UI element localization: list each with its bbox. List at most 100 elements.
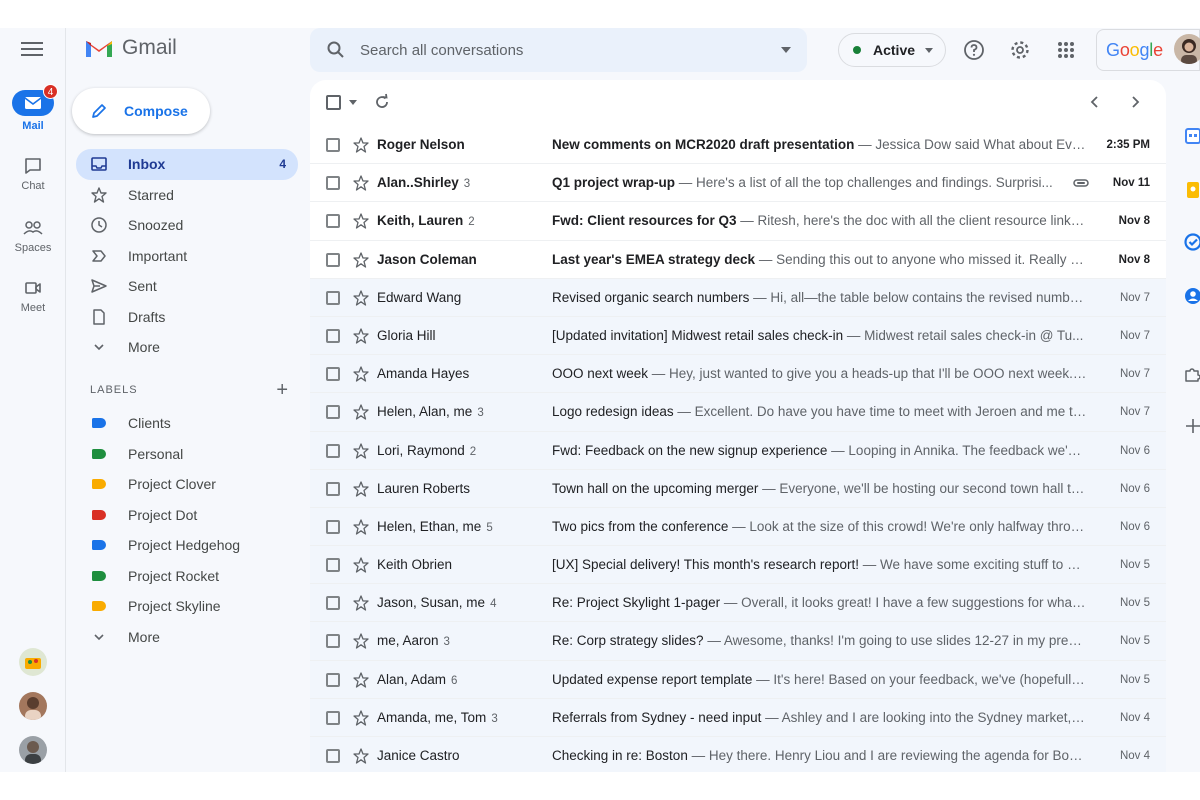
label-item-personal[interactable]: Personal	[76, 439, 298, 470]
nav-item-important[interactable]: Important	[76, 241, 298, 272]
nav-item-more[interactable]: More	[76, 332, 298, 363]
search-bar[interactable]	[310, 28, 807, 72]
star-icon[interactable]	[352, 709, 370, 732]
list-toolbar	[310, 80, 1166, 126]
email-row[interactable]: Helen, Ethan, me 5 Two pics from the confe…	[310, 507, 1166, 547]
status-selector[interactable]: Active	[838, 33, 946, 67]
email-row[interactable]: Edward Wang Revised organic search number…	[310, 278, 1166, 317]
gmail-logo[interactable]: Gmail	[84, 36, 177, 60]
nav-item-sent[interactable]: Sent	[76, 271, 298, 302]
email-row[interactable]: Helen, Alan, me 3 Logo redesign ideas — Ex…	[310, 393, 1166, 432]
help-icon[interactable]	[962, 38, 986, 62]
select-options-caret-icon[interactable]	[349, 100, 357, 105]
contact-avatar-1[interactable]	[19, 692, 47, 720]
row-checkbox[interactable]	[326, 252, 340, 267]
star-icon[interactable]	[352, 594, 370, 617]
newer-page-chevron-left-icon[interactable]	[1086, 93, 1104, 111]
row-checkbox[interactable]	[326, 710, 340, 725]
row-checkbox[interactable]	[326, 214, 340, 229]
nav-item-inbox[interactable]: Inbox 4	[76, 149, 298, 180]
email-row[interactable]: Jason, Susan, me 4 Re: Project Skylight 1-…	[310, 584, 1166, 623]
older-page-chevron-right-icon[interactable]	[1126, 93, 1144, 111]
label-item-project-hedgehog[interactable]: Project Hedgehog	[76, 530, 298, 561]
account-avatar[interactable]	[1174, 34, 1200, 64]
nav-item-starred[interactable]: Starred	[76, 180, 298, 211]
star-icon[interactable]	[352, 289, 370, 312]
row-checkbox[interactable]	[326, 405, 340, 420]
star-icon[interactable]	[352, 327, 370, 350]
row-checkbox[interactable]	[326, 138, 340, 152]
email-row[interactable]: Alan..Shirley 3 Q1 project wrap-up — Here'…	[310, 164, 1166, 203]
email-row[interactable]: Alan, Adam 6 Updated expense report templa…	[310, 660, 1166, 699]
add-label-button[interactable]: +	[276, 380, 288, 400]
label-item-project-skyline[interactable]: Project Skyline	[76, 591, 298, 622]
row-checkbox[interactable]	[326, 596, 340, 611]
row-checkbox[interactable]	[326, 443, 340, 458]
search-options-caret-icon[interactable]	[781, 47, 791, 53]
star-icon[interactable]	[352, 442, 370, 465]
label-item-project-dot[interactable]: Project Dot	[76, 500, 298, 531]
nav-item-drafts[interactable]: Drafts	[76, 302, 298, 333]
contacts-icon[interactable]	[1183, 286, 1200, 306]
star-icon[interactable]	[352, 518, 370, 541]
star-icon[interactable]	[352, 556, 370, 579]
labels-more[interactable]: More	[76, 622, 298, 653]
email-row[interactable]: Gloria Hill [Updated invitation] Midwest …	[310, 316, 1166, 356]
email-row[interactable]: me, Aaron 3 Re: Corp strategy slides? — Aw…	[310, 622, 1166, 661]
row-checkbox[interactable]	[326, 672, 340, 687]
label-item-project-clover[interactable]: Project Clover	[76, 469, 298, 500]
row-checkbox[interactable]	[326, 176, 340, 191]
star-icon[interactable]	[352, 136, 370, 159]
attachment-icon[interactable]	[1072, 175, 1090, 196]
search-input[interactable]	[360, 41, 760, 59]
email-row[interactable]: Keith, Lauren 2 Fwd: Client resources for …	[310, 202, 1166, 241]
star-icon[interactable]	[352, 212, 370, 235]
addons-puzzle-icon[interactable]	[1183, 364, 1200, 384]
row-checkbox[interactable]	[326, 634, 340, 649]
add-addon-plus-icon[interactable]	[1183, 416, 1200, 436]
star-icon[interactable]	[352, 403, 370, 426]
rail-item-mail[interactable]: 4 Mail	[0, 84, 66, 132]
label-item-clients[interactable]: Clients	[76, 408, 298, 439]
compose-button[interactable]: Compose	[72, 88, 210, 134]
star-icon[interactable]	[352, 671, 370, 694]
row-checkbox[interactable]	[326, 481, 340, 496]
row-checkbox[interactable]	[326, 519, 340, 534]
rail-item-chat[interactable]: Chat	[0, 156, 66, 192]
sender-name: Alan..Shirley	[377, 175, 459, 191]
hamburger-menu-icon[interactable]	[21, 42, 43, 58]
email-row[interactable]: Janice Castro Checking in re: Boston — He…	[310, 737, 1166, 772]
star-icon[interactable]	[352, 480, 370, 503]
label-item-project-rocket[interactable]: Project Rocket	[76, 561, 298, 592]
rail-item-spaces[interactable]: Spaces	[0, 218, 66, 254]
email-row[interactable]: Lauren Roberts Town hall on the upcoming …	[310, 469, 1166, 508]
email-row[interactable]: Amanda, me, Tom 3 Referrals from Sydney - …	[310, 698, 1166, 737]
settings-gear-icon[interactable]	[1008, 38, 1032, 62]
select-all-checkbox[interactable]	[326, 95, 341, 110]
row-checkbox[interactable]	[326, 290, 340, 305]
email-row[interactable]: Keith Obrien [UX] Special delivery! This …	[310, 546, 1166, 585]
row-checkbox[interactable]	[326, 328, 340, 343]
apps-grid-icon[interactable]	[1054, 38, 1078, 62]
email-row[interactable]: Jason Coleman Last year's EMEA strategy d…	[310, 240, 1166, 279]
row-checkbox[interactable]	[326, 749, 340, 763]
row-checkbox[interactable]	[326, 367, 340, 382]
search-icon[interactable]	[326, 40, 346, 60]
refresh-icon[interactable]	[373, 93, 391, 111]
calendar-icon[interactable]	[1183, 126, 1200, 146]
tasks-icon[interactable]	[1183, 232, 1200, 252]
email-row[interactable]: Roger Nelson New comments on MCR2020 draf…	[310, 126, 1166, 165]
star-icon[interactable]	[352, 251, 370, 274]
contact-avatar-2[interactable]	[19, 736, 47, 764]
rail-item-meet[interactable]: Meet	[0, 278, 66, 314]
status-avatar[interactable]	[19, 648, 47, 676]
nav-item-snoozed[interactable]: Snoozed	[76, 210, 298, 241]
star-icon[interactable]	[352, 632, 370, 655]
star-icon[interactable]	[352, 174, 370, 197]
email-row[interactable]: Lori, Raymond 2 Fwd: Feedback on the new s…	[310, 431, 1166, 470]
row-checkbox[interactable]	[326, 558, 340, 573]
keep-notes-icon[interactable]	[1183, 180, 1200, 200]
email-row[interactable]: Amanda Hayes OOO next week — Hey, just wa…	[310, 355, 1166, 394]
star-icon[interactable]	[352, 365, 370, 388]
star-icon[interactable]	[352, 747, 370, 770]
